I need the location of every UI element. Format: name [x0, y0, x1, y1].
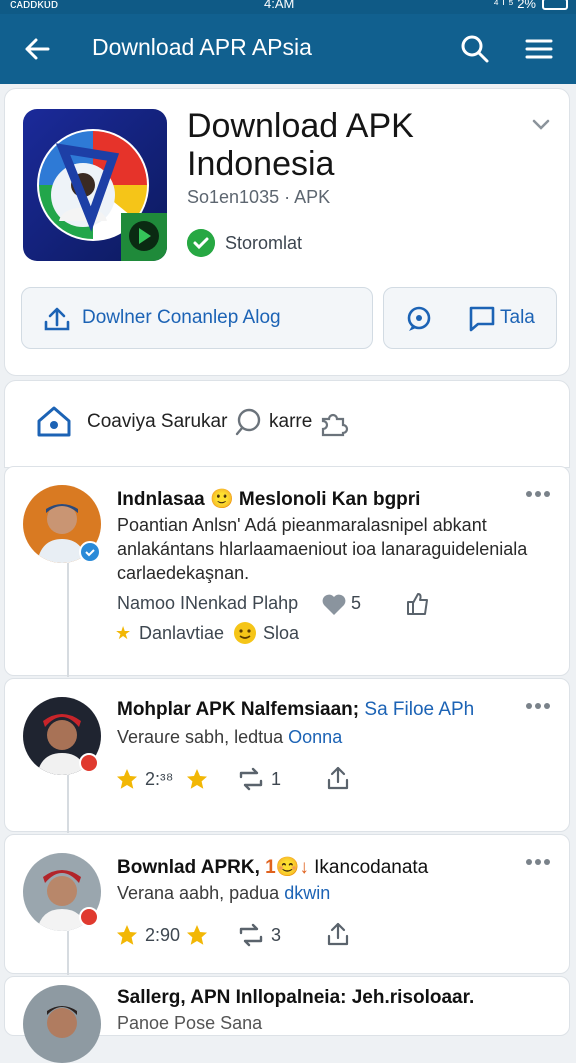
app-meta: So1en1035 · APK — [187, 187, 331, 207]
heart-icon[interactable] — [321, 593, 347, 617]
upload-icon — [44, 307, 70, 331]
more-horizontal-icon[interactable] — [525, 701, 551, 711]
home-icon[interactable] — [35, 403, 73, 441]
repost-count: 3 — [271, 925, 282, 945]
star-icon — [187, 925, 207, 945]
status-bar: ᴄᴀᴅᴅᴋᴜᴅ 4:AM ⁴ ᴵ ⁵ 2% — [0, 0, 576, 14]
post-rating-label: Danlavtiae — [139, 623, 225, 643]
puzzle-icon[interactable] — [317, 405, 351, 439]
app-name: Download APK Indonesia — [187, 107, 517, 183]
feed-tabs: Coaviya Sarukar karre — [4, 380, 570, 468]
post-card[interactable]: Sallerg, APN Inllopalneia: Jeh.risoloaar… — [4, 976, 570, 1063]
tab-search-label[interactable]: karre — [269, 411, 312, 433]
thumbs-up-icon[interactable] — [405, 591, 431, 617]
emoji: 1😊↓ — [265, 857, 309, 878]
subtitle-text: Verauɾe sabh, — [117, 727, 235, 747]
like-count: 5 — [351, 593, 362, 613]
hamburger-menu-icon[interactable] — [522, 32, 556, 66]
thread-line — [67, 775, 69, 833]
smiley-icon — [234, 622, 256, 644]
emoji: 🙂 — [209, 489, 234, 510]
author-tag: Ikancodanata — [314, 857, 429, 878]
subtitle-text-2: padua — [229, 883, 280, 903]
repost-count: 1 — [271, 769, 282, 789]
post-card[interactable]: Mohplar APK Nalfemsiaan; Sa Filoe APh Ve… — [4, 678, 570, 833]
share-icon[interactable] — [325, 921, 351, 947]
status-dot-icon — [79, 753, 99, 773]
post-card[interactable]: Indnlasaa 🙂 Meslonoli Kan bgpri Poantian… — [4, 466, 570, 677]
author-name: Indnlasaa — [117, 489, 205, 510]
subtitle-tag[interactable]: Oonna — [288, 727, 342, 747]
app-logo-image — [37, 129, 167, 261]
search-icon[interactable] — [458, 32, 492, 66]
post-subtitle: Verana aabh, padua dkwin — [117, 883, 330, 904]
tab-home-label[interactable]: Coaviya Sarukar — [87, 411, 227, 433]
post-author: Sallerg, APN Inllopalneia: Jeh.risoloaar… — [117, 987, 475, 1008]
share-icon[interactable] — [325, 765, 351, 791]
author-name: Mohplar APK Nalfemsiaan; — [117, 699, 360, 720]
app-bar-title: Download APR APsia — [92, 34, 312, 60]
star-icon: ★ — [115, 623, 132, 643]
post-reaction-label: Sloa — [263, 623, 300, 643]
star-icon — [117, 925, 137, 945]
carrier-label: ᴄᴀᴅᴅᴋᴜᴅ — [10, 0, 59, 11]
author-tag: Sa Filoe APh — [364, 699, 475, 720]
repost-icon[interactable] — [237, 923, 265, 947]
post-author: Bownlad APRK, 1😊↓ Ikancodanata — [117, 855, 428, 879]
post-author: Mohplar APK Nalfemsiaan; Sa Filoe APh — [117, 699, 474, 721]
verified-label: Storomlat — [225, 233, 303, 253]
check-circle-icon — [187, 229, 215, 257]
search-bubble-icon — [235, 408, 261, 436]
arrow-left-icon[interactable] — [20, 32, 54, 66]
star-icon — [187, 769, 207, 789]
talk-button[interactable]: Tala — [383, 287, 557, 349]
post-info-line: Namoo INenkad Plahp — [117, 593, 299, 613]
talk-button-label: Tala — [500, 307, 535, 328]
chat-bubble-icon — [407, 306, 431, 331]
subtitle-text: Verana aabh, — [117, 883, 230, 903]
signal-indicators: ⁴ ᴵ ⁵ 2% — [493, 0, 536, 11]
author-tag: Meslonoli Kan bgpri — [238, 489, 421, 510]
subtitle-tag[interactable]: dkwin — [284, 883, 330, 903]
star-icon — [117, 769, 137, 789]
battery-icon — [542, 0, 568, 10]
post-body: Poantian Anlsn' Adá pieanmaralasnipel ab… — [117, 515, 528, 583]
clock: 4:AM — [264, 0, 295, 11]
app-icon — [23, 109, 167, 261]
download-button-label: Dowlner Conanlep Alog — [82, 307, 281, 328]
post-time: 2:ᶟ⁸ — [145, 769, 174, 789]
repost-icon[interactable] — [237, 767, 265, 791]
more-horizontal-icon[interactable] — [525, 489, 551, 499]
post-time: 2:90 — [145, 925, 181, 945]
more-horizontal-icon[interactable] — [525, 857, 551, 867]
post-subtitle: Verauɾe sabh, ledtua Oonna — [117, 727, 342, 748]
status-dot-icon — [79, 907, 99, 927]
author-name: Bownlad APRK, — [117, 857, 266, 878]
thread-line — [67, 931, 69, 975]
post-card[interactable]: Bownlad APRK, 1😊↓ Ikancodanata Verana aa… — [4, 834, 570, 975]
post-author: Indnlasaa 🙂 Meslonoli Kan bgpri — [117, 487, 420, 511]
verified-small-icon — [79, 541, 101, 563]
message-square-icon — [469, 306, 495, 332]
app-info-card: Download APK Indonesia So1en1035 · APK S… — [4, 88, 570, 376]
avatar-image — [47, 1006, 77, 1038]
chevron-down-icon[interactable] — [529, 113, 553, 137]
app-name-line2: Indonesia — [187, 145, 335, 183]
app-bar: Download APR APsia — [0, 14, 576, 84]
app-name-line1: Download APK — [187, 107, 414, 145]
avatar[interactable] — [23, 985, 101, 1063]
thread-line — [67, 563, 69, 677]
download-button[interactable]: Dowlner Conanlep Alog — [21, 287, 373, 349]
subtitle-text-2: ledtua — [234, 727, 284, 747]
